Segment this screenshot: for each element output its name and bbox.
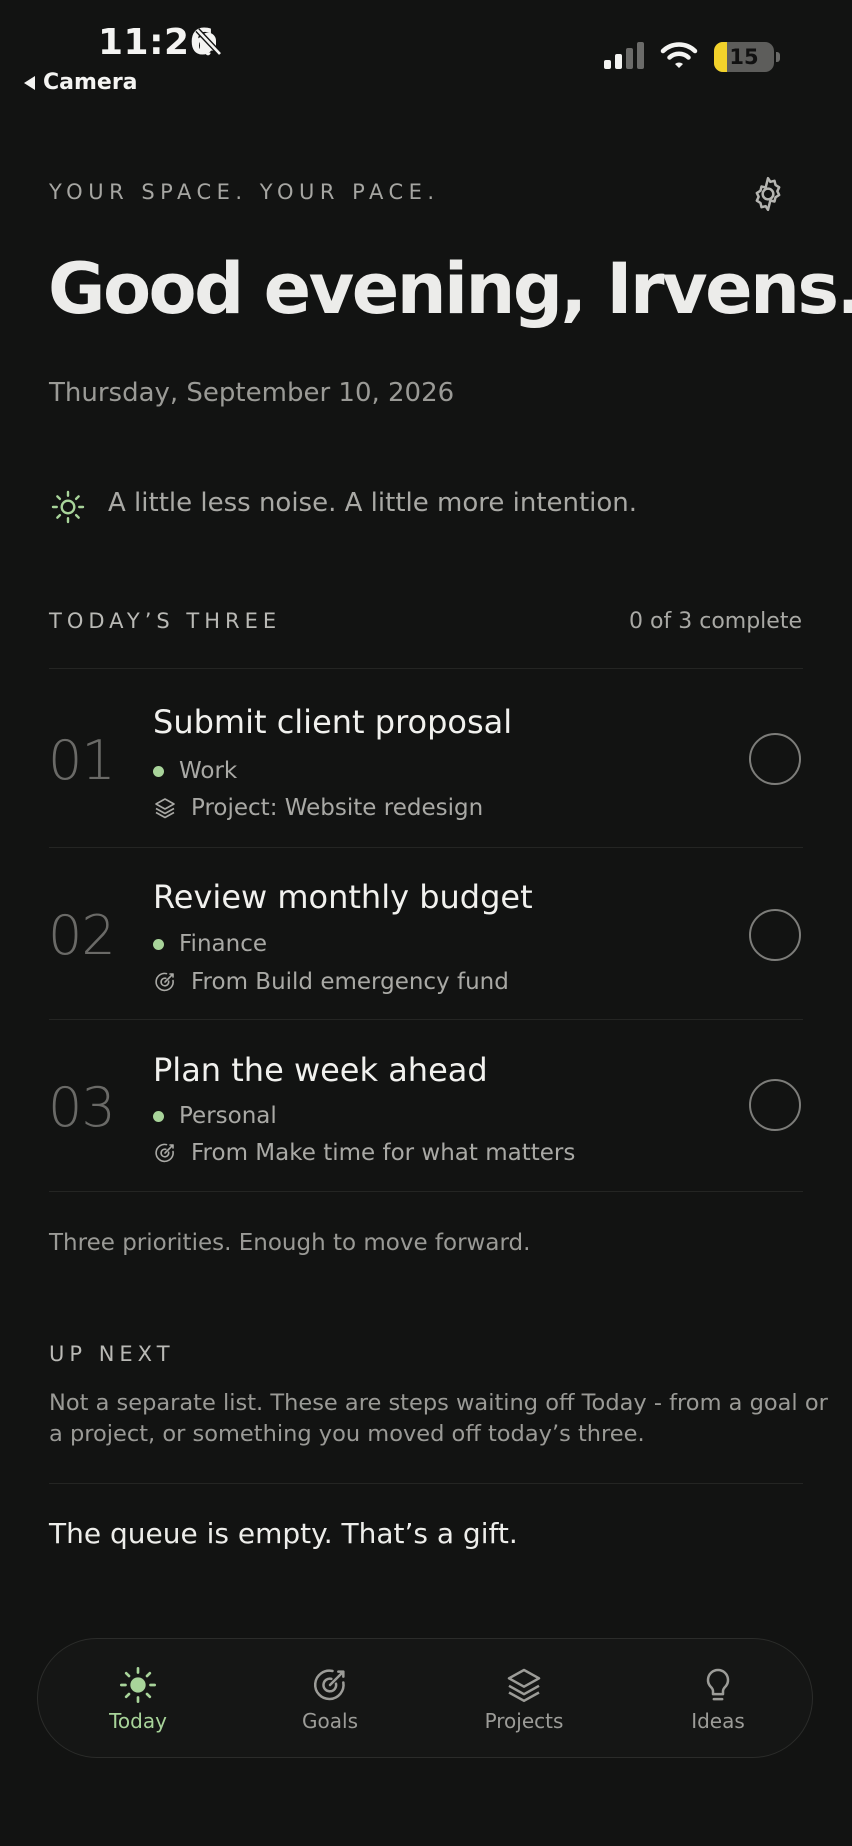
- category-dot-icon: [153, 1110, 164, 1122]
- layers-icon: [507, 1668, 541, 1703]
- nav-projects[interactable]: Projects: [464, 1639, 584, 1759]
- up-next-title: UP NEXT: [49, 1342, 175, 1366]
- tagline: YOUR SPACE. YOUR PACE.: [49, 180, 440, 204]
- nav-label: Today: [109, 1709, 167, 1733]
- priorities-note: Three priorities. Enough to move forward…: [49, 1230, 531, 1256]
- complete-checkbox[interactable]: [749, 1079, 801, 1131]
- task-row[interactable]: 02 Review monthly budget Finance From Bu…: [0, 848, 852, 1019]
- divider: [49, 1483, 803, 1484]
- nav-today[interactable]: Today: [78, 1639, 198, 1759]
- daily-intention: A little less noise. A little more inten…: [108, 488, 638, 518]
- task-title: Submit client proposal: [153, 703, 513, 741]
- task-row[interactable]: 03 Plan the week ahead Personal From Mak…: [0, 1020, 852, 1191]
- nav-goals[interactable]: Goals: [270, 1639, 390, 1759]
- task-row[interactable]: 01 Submit client proposal Work Project: …: [0, 669, 852, 847]
- todays-three-title: TODAY’S THREE: [49, 609, 282, 633]
- settings-gear-icon[interactable]: [748, 174, 788, 214]
- wifi-icon: [660, 42, 698, 68]
- nav-ideas[interactable]: Ideas: [658, 1639, 778, 1759]
- task-source: From Build emergency fund: [153, 969, 509, 995]
- greeting-heading: Good evening, Irvens.: [48, 248, 852, 330]
- category-label: Work: [179, 758, 238, 784]
- complete-checkbox[interactable]: [749, 909, 801, 961]
- nav-label: Goals: [302, 1709, 358, 1733]
- source-label: From Build emergency fund: [191, 969, 509, 995]
- empty-queue-message: The queue is empty. That’s a gift.: [49, 1517, 518, 1550]
- task-category: Work: [153, 758, 237, 784]
- back-label: Camera: [43, 70, 138, 95]
- nav-label: Ideas: [691, 1709, 745, 1733]
- completion-count: 0 of 3 complete: [629, 609, 802, 634]
- source-label: Project: Website redesign: [191, 795, 484, 821]
- category-label: Finance: [179, 931, 267, 957]
- up-next-description: Not a separate list. These are steps wai…: [49, 1390, 828, 1447]
- task-source: Project: Website redesign: [153, 795, 483, 821]
- category-label: Personal: [179, 1103, 277, 1129]
- target-icon: [155, 1143, 174, 1163]
- current-date: Thursday, September 10, 2026: [49, 378, 455, 408]
- nav-label: Projects: [484, 1709, 564, 1733]
- task-number: 03: [48, 1076, 116, 1139]
- battery-indicator: 15: [714, 42, 780, 72]
- divider: [49, 1191, 803, 1192]
- sun-icon: [120, 1667, 157, 1703]
- task-category: Finance: [153, 931, 267, 957]
- task-source: From Make time for what matters: [153, 1140, 575, 1166]
- task-number: 02: [48, 904, 116, 967]
- category-dot-icon: [153, 765, 164, 777]
- category-dot-icon: [153, 938, 164, 950]
- cellular-signal-icon: [604, 42, 644, 69]
- layers-icon: [155, 798, 175, 819]
- back-to-camera[interactable]: Camera: [24, 70, 138, 95]
- sun-icon: [51, 490, 85, 524]
- battery-level: 15: [729, 45, 759, 69]
- lightbulb-icon: [706, 1668, 730, 1701]
- task-number: 01: [48, 729, 116, 792]
- task-title: Plan the week ahead: [153, 1051, 488, 1089]
- task-category: Personal: [153, 1103, 277, 1129]
- target-icon: [314, 1669, 345, 1701]
- bell-muted-icon: [195, 28, 222, 56]
- target-icon: [155, 972, 174, 992]
- source-label: From Make time for what matters: [191, 1140, 576, 1166]
- complete-checkbox[interactable]: [749, 733, 801, 785]
- bottom-nav: Today Goals Projects Ideas: [37, 1638, 813, 1758]
- back-arrow-icon: [24, 75, 35, 90]
- task-title: Review monthly budget: [153, 878, 533, 916]
